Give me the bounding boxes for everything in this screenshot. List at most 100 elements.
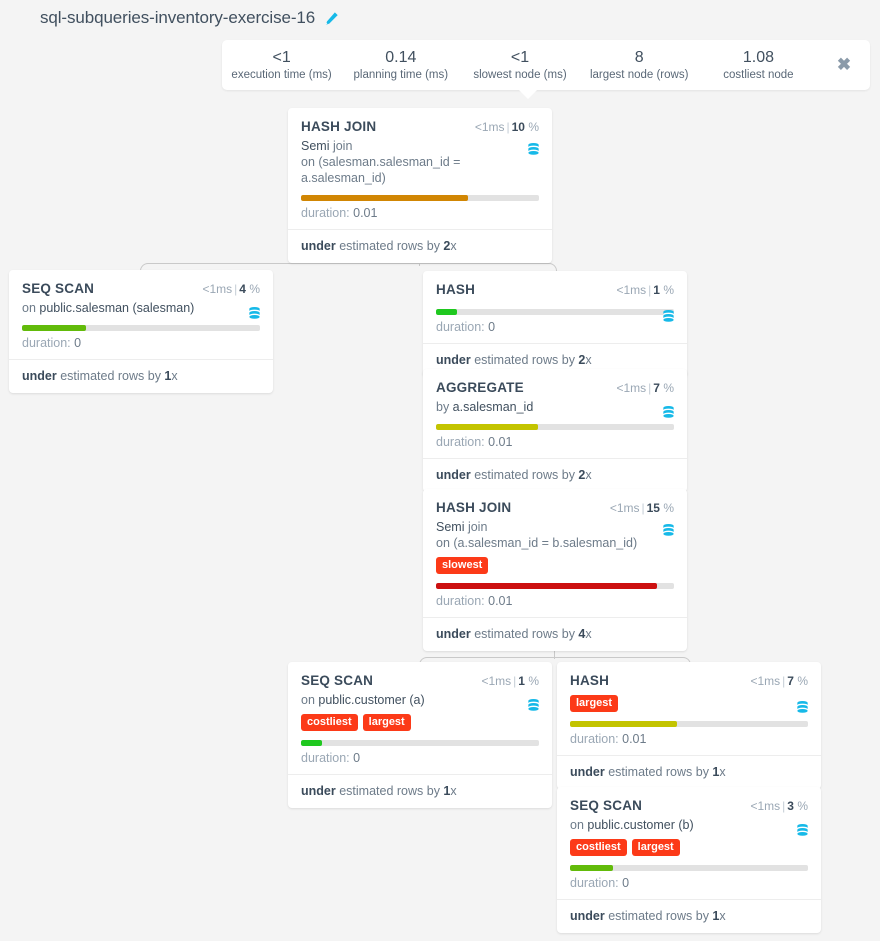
node-detail-line2: on (a.salesman_id = b.salesman_id) [436, 536, 638, 550]
database-icon[interactable] [247, 306, 262, 321]
node-percent: 7 [787, 674, 794, 688]
footer-estimate-direction: under [436, 627, 471, 641]
node-header: HASH JOIN <1ms | 10 % [301, 119, 539, 134]
database-icon[interactable] [661, 309, 676, 324]
duration-bar-fill [301, 740, 323, 746]
node-percent-unit: % [528, 120, 539, 134]
node-duration: duration: 0 [22, 336, 260, 359]
duration-label: duration: [301, 751, 354, 765]
plan-node-seq-scan-customer-a[interactable]: SEQ SCAN <1ms | 1 % on public.customer (a)… [288, 662, 552, 808]
duration-label: duration: [436, 594, 489, 608]
node-body: SEQ SCAN <1ms | 4 % on public.salesman (sa… [9, 270, 273, 359]
duration-value: 0.01 [622, 732, 647, 746]
node-percent-unit: % [797, 799, 808, 813]
footer-text: estimated rows by [56, 369, 165, 383]
page-title: sql-subqueries-inventory-exercise-16 [40, 8, 316, 27]
database-icon[interactable] [661, 523, 676, 538]
node-body: SEQ SCAN <1ms | 3 % on public.customer (b)… [557, 787, 821, 899]
stat-value: <1 [510, 48, 530, 66]
node-percent: 15 [646, 501, 660, 515]
node-type-label: SEQ SCAN [22, 281, 95, 296]
pencil-icon[interactable] [324, 11, 339, 26]
node-detail-line2: on (salesman.salesman_id = a.salesman_id… [301, 155, 461, 185]
plan-node-hash-lower[interactable]: HASH <1ms | 7 % largest duration: 0.01 und… [557, 662, 821, 789]
duration-bar-fill [436, 583, 658, 589]
status-badge-largest: largest [362, 714, 411, 731]
duration-value: 0 [74, 336, 82, 350]
stat-value: <1 [272, 48, 291, 66]
node-time: <1ms [609, 501, 640, 515]
node-type-label: SEQ SCAN [570, 798, 643, 813]
footer-suffix: x [585, 353, 592, 367]
status-badge-largest: largest [570, 695, 619, 712]
database-icon[interactable] [795, 823, 810, 838]
duration-bar-track [436, 424, 674, 430]
database-icon[interactable] [526, 142, 541, 157]
node-detail-prefix: on [301, 693, 315, 707]
footer-text: estimated rows by [604, 765, 713, 779]
plan-node-hash-join-inner[interactable]: HASH JOIN <1ms | 15 % Semi join on (a.sales… [423, 489, 687, 651]
node-badges: costliest largest [301, 714, 539, 731]
plan-node-seq-scan-customer-b[interactable]: SEQ SCAN <1ms | 3 % on public.customer (b)… [557, 787, 821, 933]
node-footer: under estimated rows by 1x [557, 899, 821, 933]
node-percent: 3 [787, 799, 794, 813]
footer-text: estimated rows by [470, 468, 579, 482]
node-detail-rest: join [464, 520, 488, 534]
duration-bar-track [436, 583, 674, 589]
node-duration: duration: 0 [436, 320, 674, 343]
node-metrics: <1ms | 10 % [474, 120, 539, 134]
duration-value: 0.01 [488, 435, 513, 449]
stat-largest-node: 8 largest node (rows) [580, 48, 699, 83]
plan-node-hash-upper[interactable]: HASH <1ms | 1 % duration: 0 under estimate… [423, 271, 687, 377]
duration-bar-fill [22, 325, 87, 331]
node-percent: 7 [653, 381, 660, 395]
database-icon[interactable] [795, 700, 810, 715]
node-detail-prefix: by [436, 400, 450, 414]
duration-value: 0 [488, 320, 496, 334]
stat-costliest-node: 1.08 costliest node [699, 48, 818, 83]
duration-bar-fill [570, 721, 678, 727]
node-percent-unit: % [663, 283, 674, 297]
node-footer: under estimated rows by 2x [288, 229, 552, 263]
footer-suffix: x [171, 369, 178, 383]
node-detail: on public.customer (a) [301, 692, 539, 708]
stat-label: execution time (ms) [231, 68, 332, 81]
footer-estimate-direction: under [570, 765, 605, 779]
duration-label: duration: [436, 320, 489, 334]
database-icon[interactable] [526, 698, 541, 713]
node-duration: duration: 0 [301, 751, 539, 774]
node-type-label: HASH JOIN [301, 119, 377, 134]
close-icon[interactable]: ✖ [818, 56, 870, 75]
footer-estimate-direction: under [436, 468, 471, 482]
plan-node-hash-join-root[interactable]: HASH JOIN <1ms | 10 % Semi join on (salesma… [288, 108, 552, 263]
duration-label: duration: [570, 732, 623, 746]
footer-text: estimated rows by [470, 353, 579, 367]
node-metrics: <1ms | 1 % [616, 283, 674, 297]
node-body: HASH JOIN <1ms | 15 % Semi join on (a.sales… [423, 489, 687, 617]
node-footer: under estimated rows by 1x [557, 755, 821, 789]
duration-bar-fill [301, 195, 468, 201]
duration-value: 0 [622, 876, 630, 890]
node-footer: under estimated rows by 4x [423, 617, 687, 651]
node-duration: duration: 0.01 [301, 206, 539, 229]
stat-value: 1.08 [742, 48, 774, 66]
footer-text: estimated rows by [470, 627, 579, 641]
node-detail: Semi join on (salesman.salesman_id = a.sa… [301, 138, 539, 186]
stat-slowest-node: <1 slowest node (ms) [460, 48, 579, 83]
node-duration: duration: 0 [570, 876, 808, 899]
footer-estimate-direction: under [301, 784, 336, 798]
node-detail: Semi join on (a.salesman_id = b.salesman_… [436, 519, 674, 551]
duration-label: duration: [570, 876, 623, 890]
node-header: AGGREGATE <1ms | 7 % [436, 380, 674, 395]
duration-bar-fill [436, 424, 539, 430]
duration-bar-fill [570, 865, 613, 871]
node-percent-unit: % [797, 674, 808, 688]
status-badge-costliest: costliest [301, 714, 358, 731]
database-icon[interactable] [661, 405, 676, 420]
plan-node-seq-scan-salesman[interactable]: SEQ SCAN <1ms | 4 % on public.salesman (sa… [9, 270, 273, 393]
plan-node-aggregate[interactable]: AGGREGATE <1ms | 7 % by a.salesman_id dura… [423, 369, 687, 492]
footer-suffix: x [585, 468, 592, 482]
node-detail-rest: a.salesman_id [449, 400, 534, 414]
node-badges: slowest [436, 557, 674, 574]
node-time: <1ms [202, 282, 233, 296]
